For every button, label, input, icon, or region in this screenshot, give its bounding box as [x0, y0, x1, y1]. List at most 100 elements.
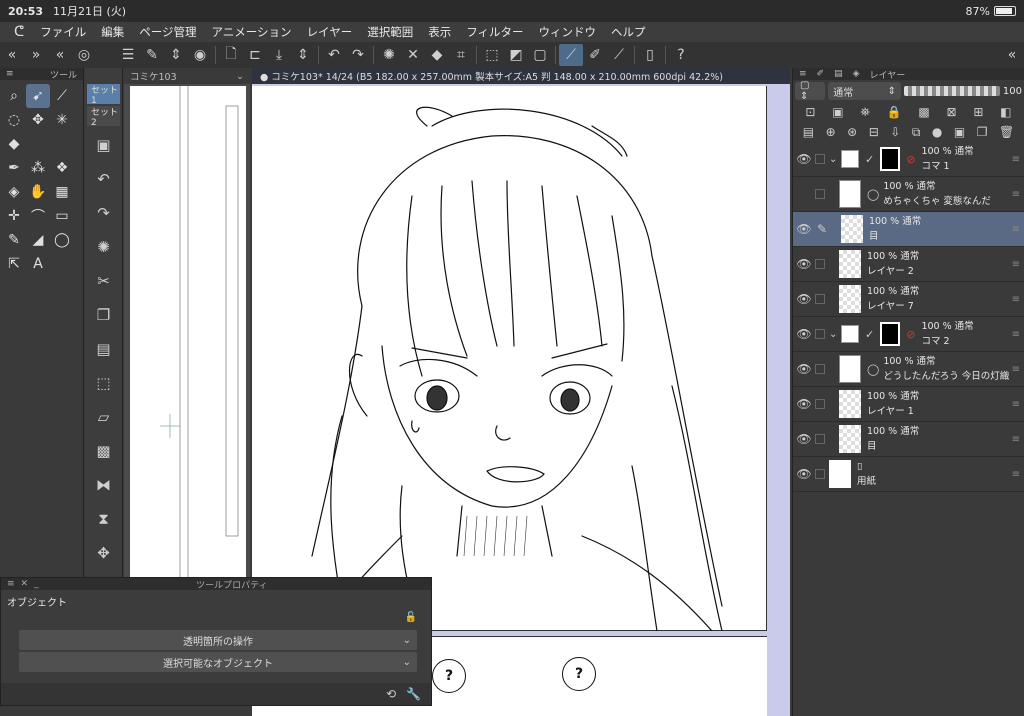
navigator-thumbnail[interactable]	[130, 86, 246, 578]
layer-row[interactable]: 👁 ⌄ ✓ ⊘ 100 % 通常 コマ 2 ≡	[793, 317, 1024, 352]
flip-vertical-icon[interactable]: ⧗	[85, 502, 122, 536]
save-icon[interactable]: ⤓	[267, 44, 291, 66]
subtool-set-2[interactable]: セット2	[87, 106, 120, 128]
copy-icon[interactable]: ❐	[85, 298, 122, 332]
eyedropper-tool-icon[interactable]: ⟋	[50, 84, 74, 108]
apply-mask-icon[interactable]: ▣	[954, 125, 965, 139]
move-arrows-icon[interactable]: ✥	[85, 536, 122, 570]
pen-edit-icon[interactable]: ✎	[815, 222, 829, 236]
speech-balloon-icon[interactable]: ◯	[50, 228, 74, 252]
magic-wand-tool-icon[interactable]: ✳	[50, 108, 74, 132]
image-tab-icon[interactable]: ▤	[834, 69, 843, 79]
chevron-updown-icon-2[interactable]: ⇕	[291, 44, 315, 66]
layer-lock-checkbox[interactable]	[815, 469, 825, 479]
menu-window[interactable]: ウィンドウ	[539, 24, 597, 40]
lock-icon[interactable]: 🔓	[405, 612, 417, 623]
figure-tool-icon[interactable]: ✛	[2, 204, 26, 228]
opacity-value[interactable]: 100	[1003, 86, 1022, 97]
reference-tool-icon[interactable]: ⇱	[2, 252, 26, 276]
scissors-icon[interactable]: ✂	[85, 264, 122, 298]
visibility-eye-icon[interactable]: 👁	[793, 152, 815, 166]
open-folder-icon[interactable]: ⊏	[243, 44, 267, 66]
wrench-icon[interactable]: 🔧	[406, 687, 421, 701]
layers-tab-icon[interactable]: ◈	[853, 69, 860, 79]
lasso-tool-icon[interactable]: ◌	[2, 108, 26, 132]
distort-icon[interactable]: ▱	[85, 400, 122, 434]
panel-menu-icon[interactable]: ≡	[6, 69, 14, 79]
new-vector-layer-icon[interactable]: ⊛	[847, 125, 857, 139]
layer-drag-handle-icon[interactable]: ≡	[1012, 434, 1020, 445]
layer-row[interactable]: 👁 ◯ 100 % 通常 どうしたんだろう 今日の灯織 ≡	[793, 352, 1024, 387]
collapse-right-icon[interactable]: «	[1000, 44, 1024, 66]
layer-drag-handle-icon[interactable]: ≡	[1012, 364, 1020, 375]
color-select[interactable]: ▢ ⇕	[795, 80, 826, 102]
layer-row[interactable]: 👁 100 % 通常 目 ≡	[793, 422, 1024, 457]
menu-filter[interactable]: フィルター	[466, 24, 523, 40]
brush-tab-icon[interactable]: ✐	[817, 69, 825, 79]
layer-row[interactable]: 👁 100 % 通常 レイヤー 2 ≡	[793, 247, 1024, 282]
question-bubble-1[interactable]: ?	[432, 659, 466, 693]
layer-color-icon[interactable]: ◧	[1000, 105, 1011, 119]
layer-drag-handle-icon[interactable]: ≡	[1012, 259, 1020, 270]
layer-drag-handle-icon[interactable]: ≡	[1012, 399, 1020, 410]
transfer-down-icon[interactable]: ⇩	[890, 125, 900, 139]
transparent-area-select[interactable]: 透明箇所の操作 ⌄	[19, 630, 417, 650]
visibility-eye-icon[interactable]: 👁	[793, 432, 815, 446]
ruler-tool-icon[interactable]: ⌒	[26, 204, 50, 228]
visibility-eye-icon[interactable]: 👁	[793, 257, 815, 271]
menu-selection[interactable]: 選択範囲	[367, 24, 413, 40]
layer-list-icon[interactable]: ▤	[803, 125, 814, 139]
menu-animation[interactable]: アニメーション	[212, 24, 292, 40]
layer-tab-label[interactable]: レイヤー	[870, 68, 906, 81]
layer-lock-checkbox[interactable]	[815, 399, 825, 409]
transform-icon[interactable]: ⌗	[449, 44, 473, 66]
hand-tool-icon[interactable]: ✋	[26, 180, 50, 204]
chevron-down-icon[interactable]: ⌄	[236, 71, 244, 82]
new-badge-icon[interactable]: ▣	[85, 128, 122, 162]
collapse-left-icon-2[interactable]: «	[48, 44, 72, 66]
visibility-eye-icon[interactable]: 👁	[793, 327, 815, 341]
layer-row[interactable]: ◯ 100 % 通常 めちゃくちゃ 変態なんだ ≡	[793, 177, 1024, 212]
subtool-set-1[interactable]: セット1	[87, 84, 120, 106]
layer-lock-checkbox[interactable]	[815, 154, 825, 164]
frame-tool-icon[interactable]: ▭	[50, 204, 74, 228]
menu-page[interactable]: ページ管理	[139, 24, 196, 40]
new-raster-layer-icon[interactable]: ⊕	[826, 125, 836, 139]
undo-icon-side[interactable]: ↶	[85, 162, 122, 196]
fill-icon[interactable]: ◆	[425, 44, 449, 66]
reset-icon[interactable]: ⟲	[386, 687, 396, 701]
layer-drag-handle-icon[interactable]: ≡	[1012, 189, 1020, 200]
blend-mode-select[interactable]: 通常 ⇕	[828, 82, 901, 100]
gradient-tool-icon[interactable]: ▦	[50, 180, 74, 204]
layer-lock-checkbox[interactable]	[815, 364, 825, 374]
operation-tool-icon[interactable]: ➹	[26, 84, 50, 108]
layer-drag-handle-icon[interactable]: ≡	[1012, 329, 1020, 340]
panel-menu-icon[interactable]: ≡	[799, 69, 807, 79]
invert-selection-icon[interactable]: ◩	[504, 44, 528, 66]
panel-menu-icon[interactable]: ≡	[7, 579, 15, 589]
lock-alpha-icon[interactable]: ▩	[918, 105, 929, 119]
layers-quick-icon[interactable]: ◎	[72, 44, 96, 66]
undo-icon[interactable]: ↶	[322, 44, 346, 66]
menu-layer[interactable]: レイヤー	[307, 24, 353, 40]
merge-icon[interactable]: ⧉	[912, 125, 921, 140]
new-file-icon[interactable]: 🗋	[219, 44, 243, 66]
clear-icon[interactable]: ✕	[401, 44, 425, 66]
mesh-icon[interactable]: ▩	[85, 434, 122, 468]
paste-icon[interactable]: ▤	[85, 332, 122, 366]
hamburger-menu-icon[interactable]: ☰	[116, 44, 140, 66]
balloon-tool-icon[interactable]: ◢	[26, 228, 50, 252]
new-folder-icon[interactable]: ⊟	[869, 125, 879, 139]
record-icon[interactable]: ◉	[188, 44, 212, 66]
mask-icon[interactable]: ⊠	[947, 105, 957, 119]
mask-off-icon[interactable]: ⊘	[906, 153, 915, 166]
layer-row-selected[interactable]: 👁 ✎ 100 % 通常 目 ≡	[793, 212, 1024, 247]
deselect-icon[interactable]: ⬚	[480, 44, 504, 66]
edit-page-icon[interactable]: ✎	[140, 44, 164, 66]
mask-off-icon[interactable]: ⊘	[906, 328, 915, 341]
manga-page[interactable]	[252, 86, 767, 632]
airbrush-tool-icon[interactable]: ⁂	[26, 156, 50, 180]
spinner-icon[interactable]: ✺	[85, 230, 122, 264]
clip-icon[interactable]: ▣	[832, 105, 843, 119]
menu-help[interactable]: ヘルプ	[611, 24, 646, 40]
